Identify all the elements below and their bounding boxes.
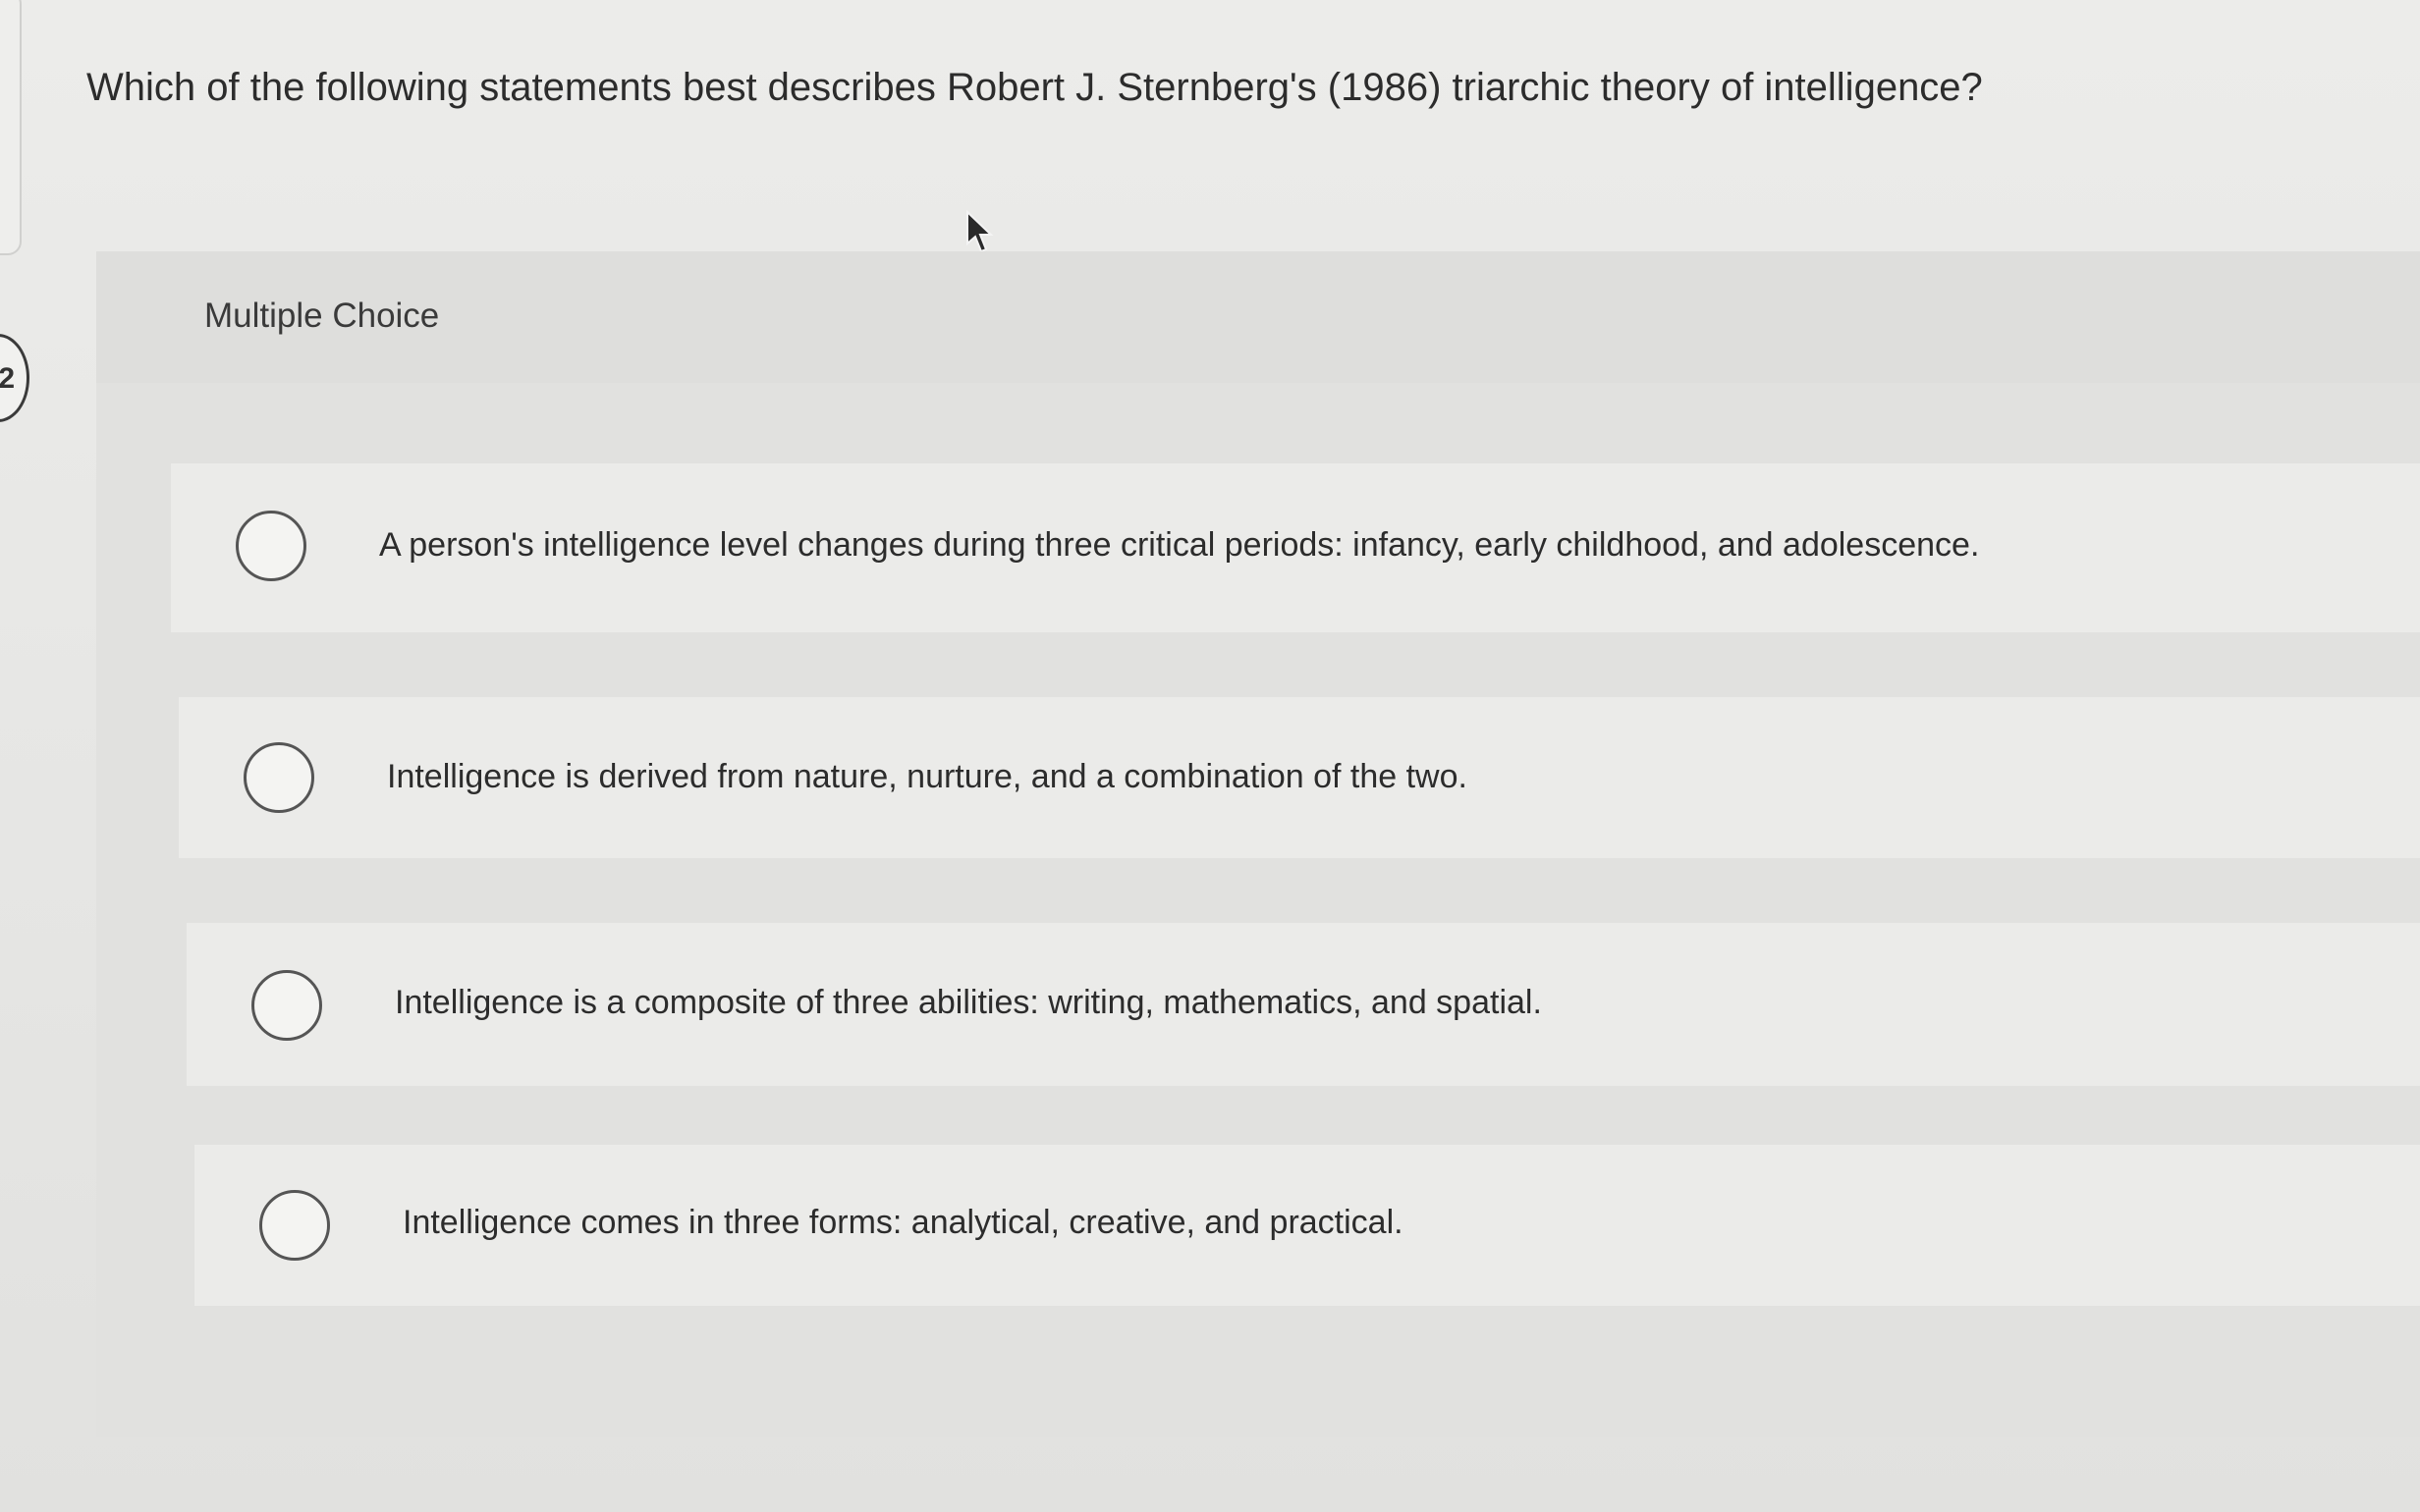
radio-button-icon[interactable] [236, 511, 306, 581]
multiple-choice-panel: Multiple Choice A person's intelligence … [96, 251, 2420, 1437]
question-prompt: Which of the following statements best d… [86, 66, 1983, 109]
radio-button-icon[interactable] [259, 1190, 330, 1261]
side-tab[interactable] [0, 0, 22, 255]
multiple-choice-label: Multiple Choice [204, 297, 440, 335]
answer-option-2-text: Intelligence is derived from nature, nur… [387, 758, 1467, 795]
answer-option-3[interactable]: Intelligence is a composite of three abi… [187, 923, 2420, 1086]
radio-button-icon[interactable] [244, 742, 314, 813]
answer-option-4[interactable]: Intelligence comes in three forms: analy… [194, 1145, 2420, 1306]
quiz-page: 2 Which of the following statements best… [0, 0, 2420, 1512]
question-number: 2 [0, 362, 15, 395]
answer-option-2[interactable]: Intelligence is derived from nature, nur… [179, 697, 2420, 858]
answer-option-4-text: Intelligence comes in three forms: analy… [403, 1204, 1403, 1241]
mouse-pointer-icon [966, 210, 994, 253]
answer-option-1[interactable]: A person's intelligence level changes du… [171, 463, 2420, 632]
radio-button-icon[interactable] [251, 970, 322, 1041]
question-number-badge[interactable]: 2 [0, 334, 29, 422]
answer-option-1-text: A person's intelligence level changes du… [379, 526, 1980, 564]
multiple-choice-header: Multiple Choice [96, 251, 2420, 383]
answer-option-3-text: Intelligence is a composite of three abi… [395, 984, 1542, 1021]
